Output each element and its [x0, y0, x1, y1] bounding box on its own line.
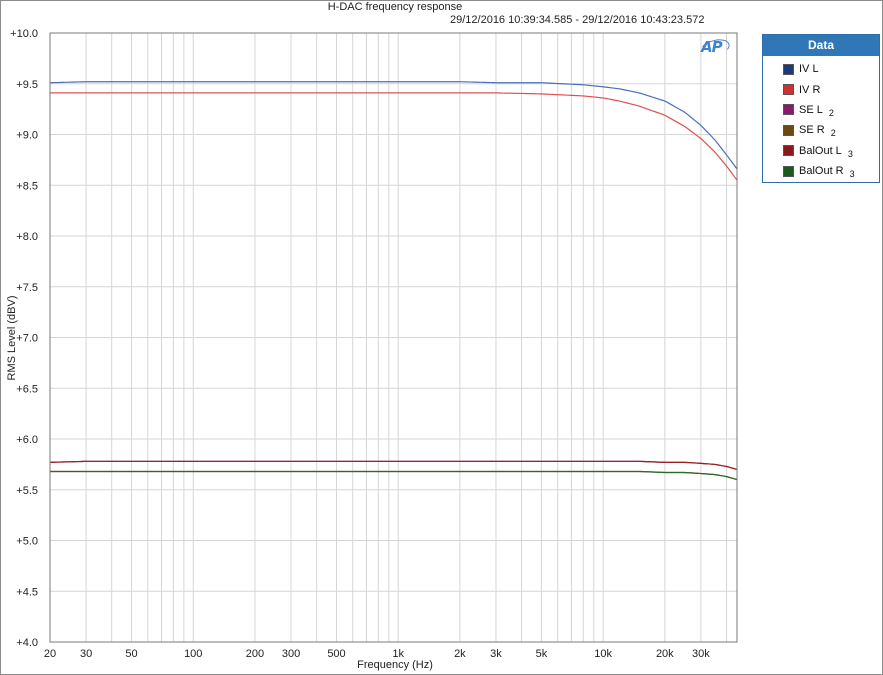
series-line-iv-r [50, 92, 738, 181]
y-tick-label: +4.5 [16, 586, 38, 598]
legend-item[interactable]: IV L [763, 59, 879, 79]
legend-item[interactable]: BalOut R 3 [763, 161, 879, 181]
legend-swatch [783, 84, 794, 96]
legend-item[interactable]: SE L 2 [763, 100, 879, 120]
x-tick-label: 200 [246, 648, 264, 660]
y-tick-label: +7.0 [16, 333, 38, 345]
x-axis-label: Frequency (Hz) [357, 659, 433, 671]
series-lines [49, 81, 738, 481]
legend-title: Data [763, 35, 879, 56]
legend-swatch [783, 124, 794, 136]
series-line-iv-l [49, 81, 738, 170]
legend-label: SE R [799, 124, 825, 137]
x-tick-label: 30k [692, 648, 710, 660]
legend-label: IV R [799, 83, 821, 96]
x-tick-label: 10k [594, 648, 612, 660]
legend-swatch [783, 145, 794, 157]
legend-subscript: 3 [849, 169, 855, 180]
series-line-balout-l-3 [49, 460, 738, 471]
legend-item[interactable]: IV R [763, 79, 879, 99]
legend-items: IV L IV R SE L 2 SE R 2 BalOut L 3 BalOut R3 [763, 56, 879, 181]
chart-subtitle: 29/12/2016 10:39:34.585 - 29/12/2016 10:… [450, 14, 705, 26]
y-tick-label: +8.0 [16, 231, 38, 243]
y-tick-label: +5.0 [16, 536, 38, 548]
y-tick-label: +4.0 [16, 637, 38, 649]
chart-title: H-DAC frequency response [327, 1, 463, 13]
y-tick-label: +8.5 [16, 180, 38, 192]
y-tick-label: +7.5 [16, 282, 38, 294]
x-tick-label: 50 [125, 648, 137, 660]
series-line-balout-r-3 [50, 470, 738, 481]
x-tick-label: 20 [44, 648, 56, 660]
y-tick-label: +10.0 [10, 28, 38, 40]
legend-subscript: 2 [830, 128, 836, 139]
y-tick-label: +6.5 [16, 383, 38, 395]
chart-canvas: 20 30 50 100 200 300 500 1k 2k 3k 5k 10k 20k 30k +4.0… [6, 28, 738, 671]
x-tick-label: 300 [282, 648, 300, 660]
x-tick-label: 2k [454, 648, 466, 660]
y-tick-label: +9.5 [16, 79, 38, 91]
legend-label: BalOut L [799, 144, 842, 157]
legend-label: BalOut R [799, 165, 844, 178]
legend-swatch [783, 63, 794, 75]
grid-lines [50, 33, 737, 642]
x-tick-label: 20k [656, 648, 674, 660]
legend-item[interactable]: SE R 2 [763, 120, 879, 140]
y-tick-label: +6.0 [16, 434, 38, 446]
legend-label: IV L [799, 63, 819, 76]
legend-swatch [783, 165, 794, 177]
series-line-se-r-2 [50, 470, 738, 481]
ap-logo: AP [701, 38, 723, 56]
x-tick-label: 5k [536, 648, 548, 660]
legend-item[interactable]: BalOut L 3 [763, 141, 879, 161]
x-tick-label: 3k [490, 648, 502, 660]
y-axis-label: RMS Level (dBV) [6, 296, 18, 381]
x-tick-label: 100 [184, 648, 202, 660]
legend-subscript: 3 [847, 148, 853, 159]
series-line-se-l-2 [49, 460, 738, 471]
legend-subscript: 2 [828, 107, 834, 118]
x-tick-label: 30 [80, 648, 92, 660]
y-tick-label: +5.5 [16, 485, 38, 497]
y-tick-label: +9.0 [16, 130, 38, 142]
legend-swatch [783, 104, 794, 116]
legend[interactable]: Data IV L IV R SE L 2 SE R 2 BalOut L 3 BalOut R… [762, 34, 880, 183]
legend-label: SE L [799, 103, 823, 116]
x-tick-label: 500 [327, 648, 345, 660]
